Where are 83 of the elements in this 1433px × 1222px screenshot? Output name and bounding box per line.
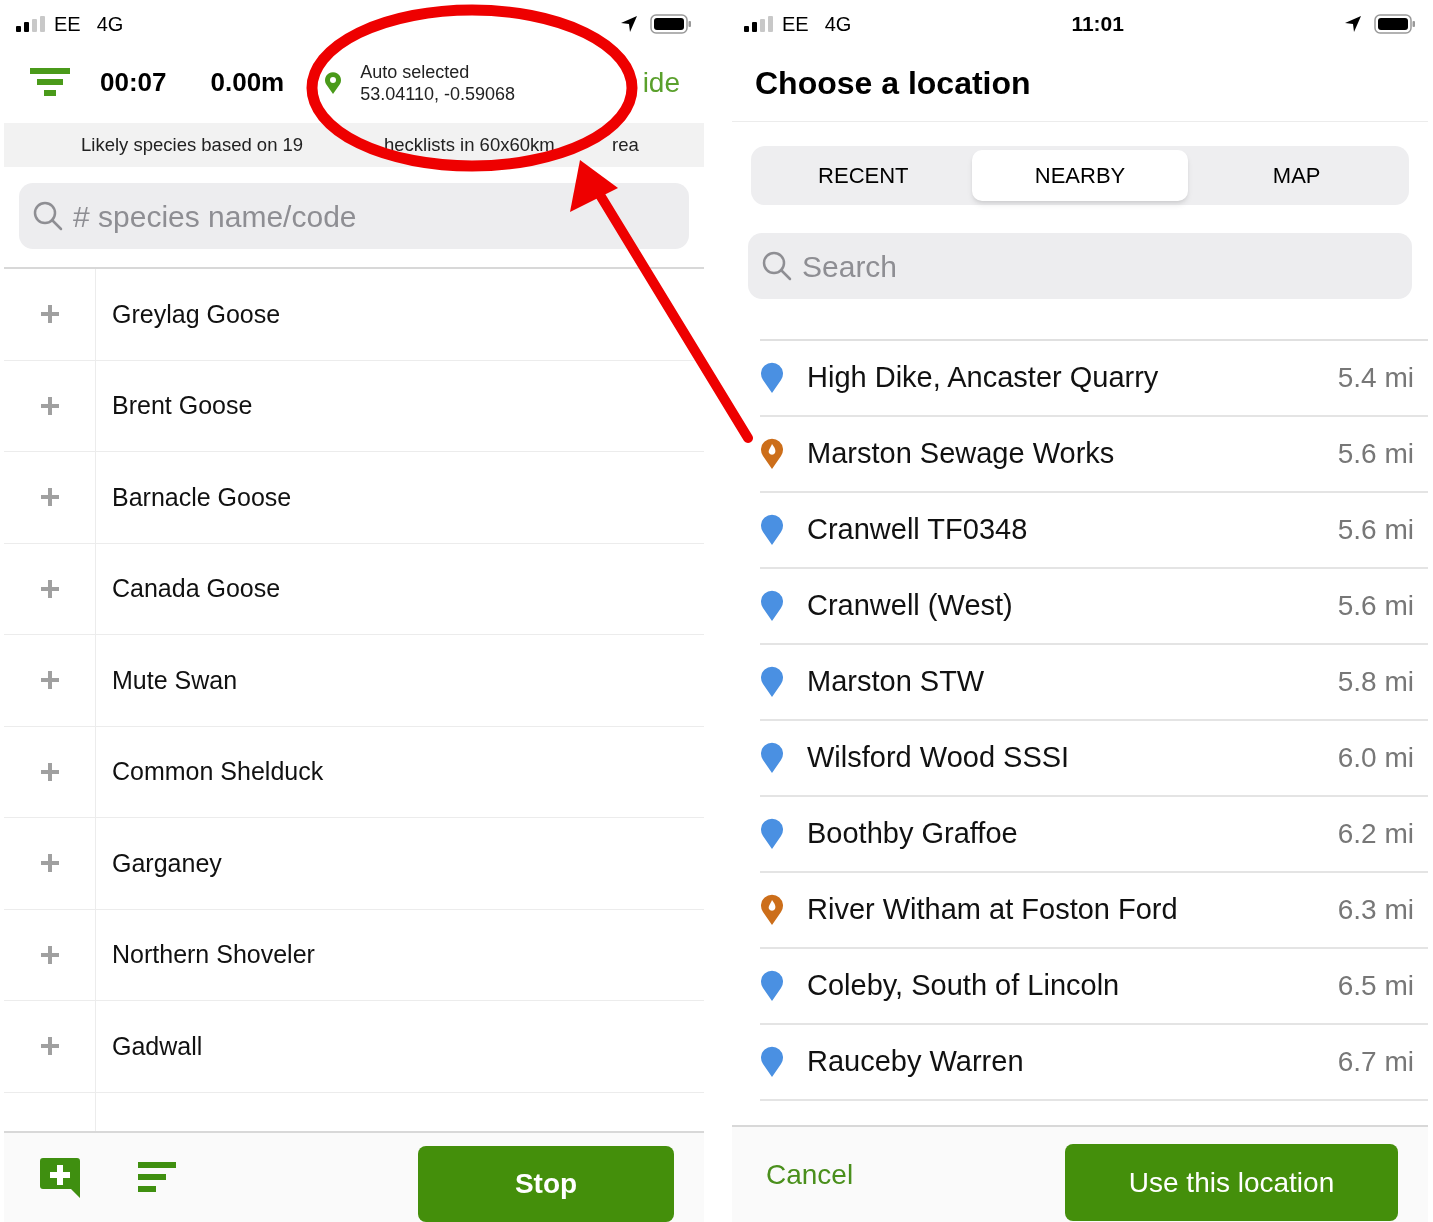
location-name: Marston STW [807, 664, 985, 700]
distance-label: 0.00m [210, 66, 285, 99]
info-text: hecklists in 60x60km [384, 134, 555, 156]
species-name[interactable]: Northern Shoveler [112, 936, 315, 974]
species-name[interactable]: Barnacle Goose [112, 478, 292, 516]
location-name: Wilsford Wood SSSI [807, 740, 1070, 776]
location-distance: 6.2 mi [1337, 817, 1414, 851]
cancel-button[interactable]: Cancel [766, 1153, 854, 1196]
location-row[interactable]: Cranwell (West) 5.6 mi [760, 569, 1428, 645]
signal-icon [16, 15, 46, 32]
segment-tab[interactable]: NEARBY [971, 150, 1189, 201]
location-name: Coleby, South of Lincoln [807, 968, 1120, 1004]
location-name: Boothby Graffoe [807, 816, 1018, 852]
location-row[interactable]: Boothby Graffoe 6.2 mi [760, 797, 1428, 873]
plus-icon[interactable] [40, 1037, 59, 1056]
location-name: Cranwell TF0348 [807, 512, 1028, 548]
network-label: 4G [96, 11, 124, 37]
location-row[interactable]: High Dike, Ancaster Quarry 5.4 mi [760, 341, 1428, 417]
signal-icon [744, 15, 774, 32]
search-icon [762, 251, 792, 281]
plus-icon[interactable] [40, 396, 59, 415]
add-comment-icon[interactable] [40, 1157, 80, 1198]
location-distance: 5.6 mi [1337, 589, 1414, 623]
segment-tab[interactable]: RECENT [755, 150, 972, 201]
location-distance: 5.6 mi [1337, 513, 1414, 547]
location-distance: 6.7 mi [1337, 1045, 1414, 1079]
search-input[interactable]: Search [802, 243, 1398, 289]
pin-icon [324, 70, 343, 95]
location-distance: 6.0 mi [1337, 741, 1414, 775]
location-row[interactable]: Coleby, South of Lincoln 6.5 mi [760, 949, 1428, 1025]
battery-icon [1374, 13, 1416, 34]
location-arrow-icon [620, 14, 638, 33]
location-arrow-icon [1344, 14, 1362, 33]
location-row[interactable]: Marston Sewage Works 5.6 mi [760, 417, 1428, 493]
search-field[interactable]: # species name/code [19, 183, 689, 249]
plus-icon[interactable] [40, 488, 59, 507]
location-row[interactable]: Rauceby Warren 6.7 mi [760, 1025, 1428, 1101]
timer-label: 00:07 [100, 66, 167, 99]
info-text: rea [612, 134, 639, 156]
species-name[interactable]: Mute Swan [112, 661, 238, 699]
location-name: River Witham at Foston Ford [807, 892, 1178, 928]
use-location-button[interactable]: Use this location [1065, 1144, 1398, 1221]
plus-icon[interactable] [40, 671, 59, 690]
location-row[interactable]: River Witham at Foston Ford 6.3 mi [760, 873, 1428, 949]
location-distance: 6.5 mi [1337, 969, 1414, 1003]
species-name[interactable]: Greylag Goose [112, 295, 281, 333]
plus-icon[interactable] [40, 854, 59, 873]
battery-icon [650, 13, 692, 34]
sort-icon[interactable] [138, 1161, 176, 1194]
location-row[interactable]: Marston STW 5.8 mi [760, 645, 1428, 721]
location-name: Marston Sewage Works [807, 436, 1115, 472]
location-status: Auto selected [360, 60, 471, 83]
coordinates-label: 53.04110, -0.59068 [360, 82, 516, 105]
location-row[interactable]: Cranwell TF0348 5.6 mi [760, 493, 1428, 569]
carrier-label: EE [54, 11, 81, 37]
plus-icon[interactable] [40, 579, 59, 598]
location-distance: 5.6 mi [1337, 437, 1414, 471]
location-distance: 5.8 mi [1337, 665, 1414, 699]
location-name: Rauceby Warren [807, 1044, 1024, 1080]
species-name[interactable]: Gadwall [112, 1027, 203, 1065]
plus-icon[interactable] [40, 305, 59, 324]
page-title: Choose a location [755, 64, 1031, 103]
carrier-label: EE [782, 11, 809, 37]
filter-icon[interactable] [30, 67, 70, 98]
info-text: Likely species based on 19 [81, 134, 304, 156]
search-input[interactable]: # species name/code [73, 193, 675, 239]
plus-icon[interactable] [40, 945, 59, 964]
search-icon [33, 201, 63, 231]
search-field[interactable]: Search [748, 233, 1412, 299]
network-label: 4G [824, 11, 852, 37]
location-distance: 6.3 mi [1337, 893, 1414, 927]
species-name[interactable]: Canada Goose [112, 570, 281, 608]
segment-tab[interactable]: MAP [1188, 150, 1405, 201]
species-name[interactable]: Common Shelduck [112, 753, 324, 791]
plus-icon[interactable] [40, 762, 59, 781]
species-name[interactable]: Garganey [112, 844, 222, 882]
clock-label: 11:01 [1071, 10, 1124, 37]
location-name: Cranwell (West) [807, 588, 1013, 624]
location-row[interactable]: Wilsford Wood SSSI 6.0 mi [760, 721, 1428, 797]
species-name[interactable]: Brent Goose [112, 387, 253, 425]
location-distance: 5.4 mi [1337, 361, 1414, 395]
location-name: High Dike, Ancaster Quarry [807, 360, 1159, 396]
stop-button[interactable]: Stop [418, 1146, 674, 1222]
